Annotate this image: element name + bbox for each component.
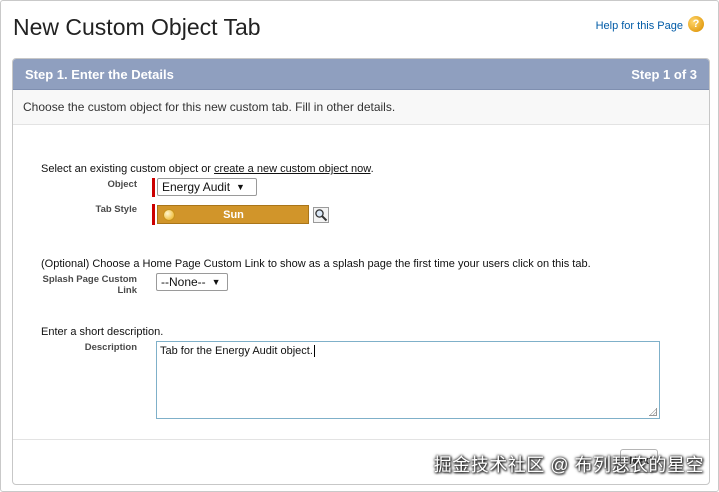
object-prompt: Select an existing custom object or crea… bbox=[41, 163, 374, 175]
object-select-value: Energy Audit bbox=[162, 180, 231, 194]
help-link[interactable]: Help for this Page bbox=[596, 20, 683, 32]
sun-icon bbox=[163, 208, 175, 221]
dropdown-arrow-icon: ▼ bbox=[236, 182, 245, 192]
resize-handle-icon[interactable] bbox=[649, 408, 657, 416]
tab-style-value: Sun bbox=[223, 208, 244, 221]
lookup-icon[interactable] bbox=[313, 207, 329, 223]
tab-style-label: Tab Style bbox=[95, 204, 137, 215]
splash-label: Splash Page Custom Link bbox=[42, 274, 138, 296]
step-title: Step 1. Enter the Details bbox=[25, 66, 174, 82]
tab-style-swatch: Sun bbox=[157, 205, 309, 224]
page-frame: New Custom Object Tab Help for this Page… bbox=[0, 0, 719, 492]
step-header: Step 1. Enter the Details Step 1 of 3 bbox=[13, 59, 709, 90]
footer-divider bbox=[13, 439, 709, 440]
splash-select-value: --None-- bbox=[161, 275, 206, 289]
description-prompt: Enter a short description. bbox=[41, 326, 164, 338]
create-object-link[interactable]: create a new custom object now bbox=[214, 163, 371, 175]
text-cursor bbox=[313, 345, 315, 357]
required-marker bbox=[152, 204, 155, 225]
description-text: Tab for the Energy Audit object. bbox=[160, 345, 313, 357]
splash-select[interactable]: --None-- ▼ bbox=[156, 273, 228, 291]
splash-prompt: (Optional) Choose a Home Page Custom Lin… bbox=[41, 258, 591, 270]
dropdown-arrow-icon: ▼ bbox=[211, 277, 221, 287]
required-marker bbox=[152, 178, 155, 197]
object-select[interactable]: Energy Audit ▼ bbox=[157, 178, 257, 196]
description-textarea[interactable]: Tab for the Energy Audit object. bbox=[156, 341, 660, 419]
step-counter: Step 1 of 3 bbox=[631, 66, 697, 82]
question-icon[interactable]: ? bbox=[688, 16, 704, 32]
watermark: 掘金技术社区 @ 布列瑟农的星空 bbox=[433, 455, 704, 475]
step-panel: Step 1. Enter the Details Step 1 of 3 Ch… bbox=[12, 58, 710, 485]
step-intro: Choose the custom object for this new cu… bbox=[13, 90, 709, 125]
description-label: Description bbox=[84, 342, 137, 353]
page-title: New Custom Object Tab bbox=[13, 14, 261, 40]
object-label: Object bbox=[107, 179, 137, 190]
